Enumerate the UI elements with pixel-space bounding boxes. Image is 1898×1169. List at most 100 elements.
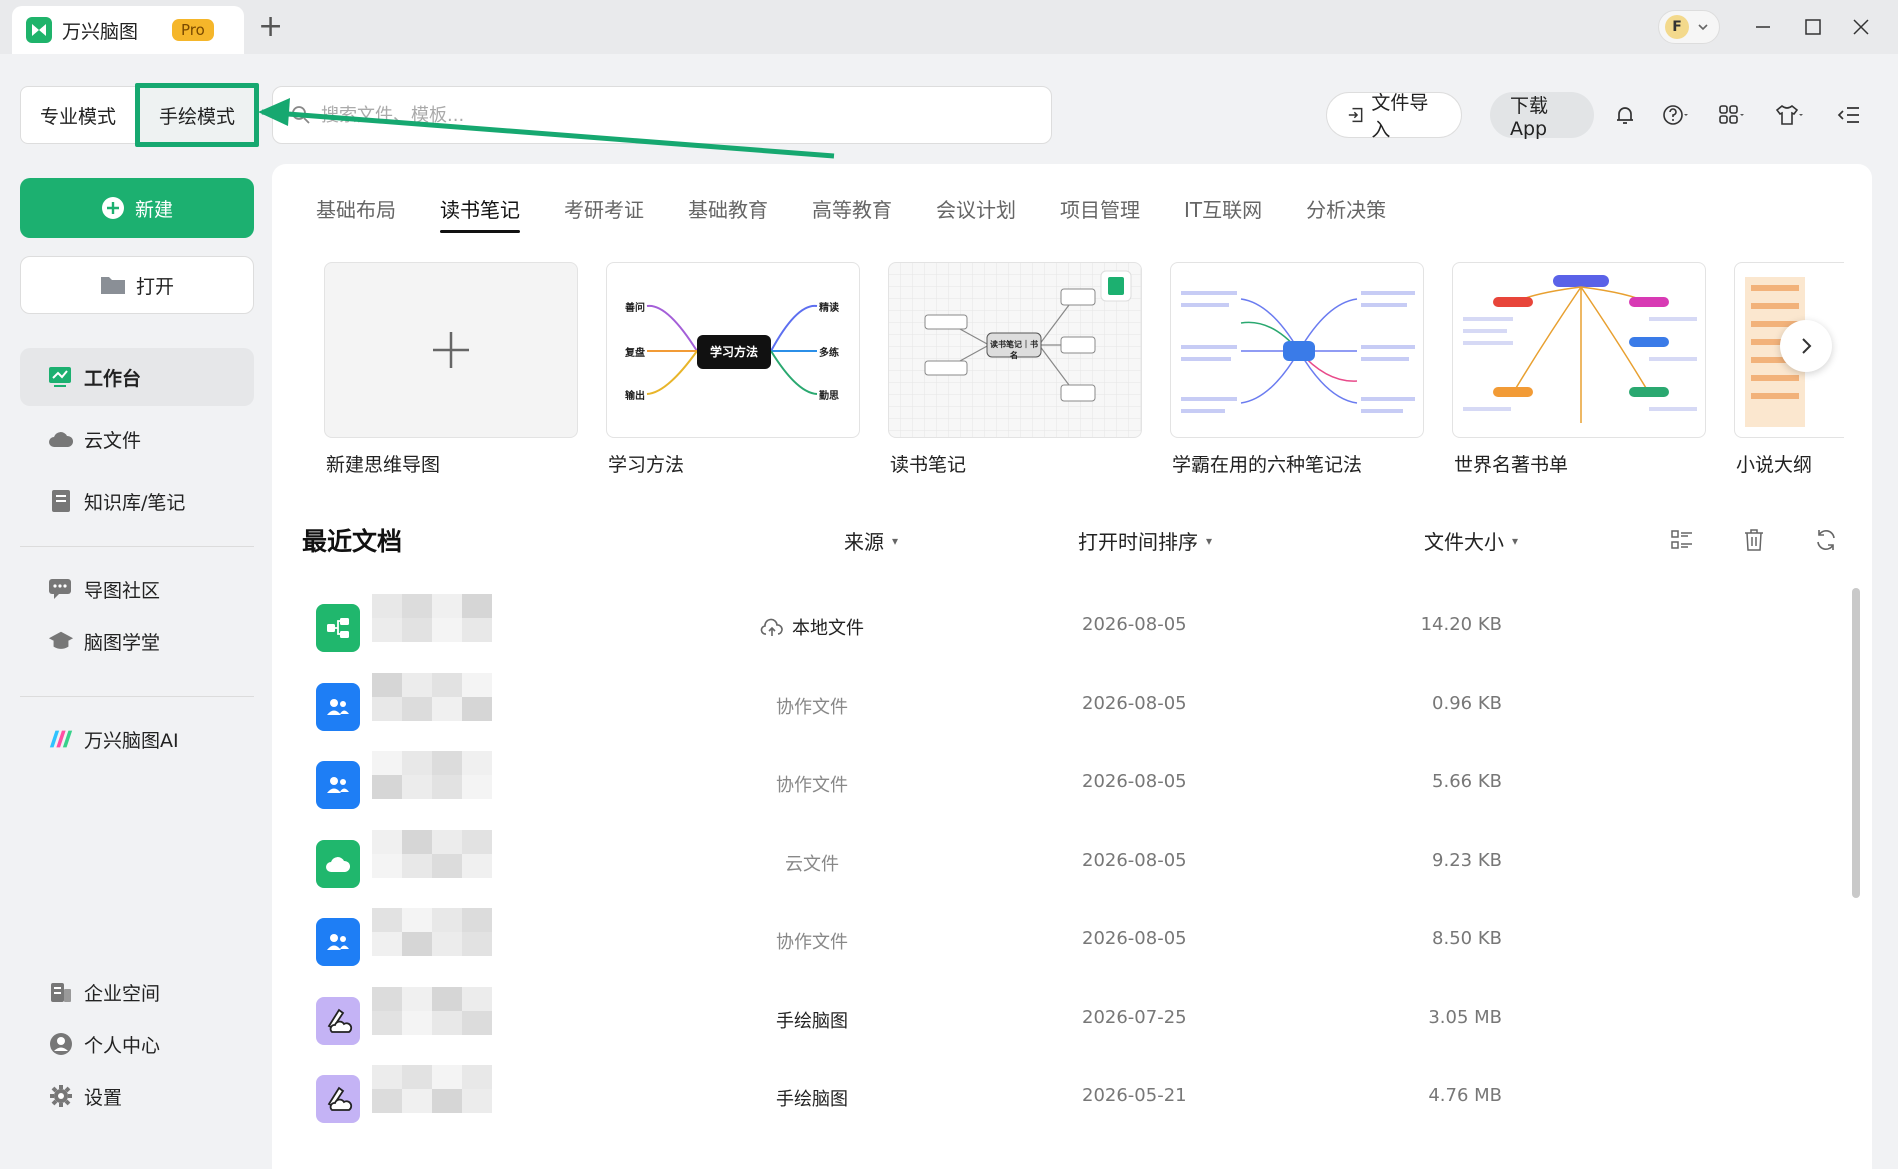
file-open-time: 2026-05-21 bbox=[1082, 1085, 1187, 1106]
template-card-novel[interactable]: 小说大纲 bbox=[1734, 262, 1844, 477]
new-button[interactable]: 新建 bbox=[20, 178, 254, 238]
source-filter-label: 来源 bbox=[844, 530, 884, 554]
open-button[interactable]: 打开 bbox=[20, 256, 254, 314]
file-open-time: 2026-08-05 bbox=[1082, 614, 1187, 635]
thumb-node: 输出 bbox=[625, 391, 645, 402]
recent-docs-title: 最近文档 bbox=[302, 527, 403, 556]
template-thumbnail: 学习方法 善问 复盘 输出 精读 多练 勤思 bbox=[606, 262, 860, 438]
trash-icon bbox=[1745, 529, 1763, 551]
tab-meeting-plan[interactable]: 会议计划 bbox=[936, 194, 1016, 233]
thumb-node: 勤思 bbox=[819, 391, 839, 402]
thumb-node: 复盘 bbox=[625, 348, 645, 359]
sidebar-item-enterprise[interactable]: 企业空间 bbox=[20, 963, 254, 1021]
blurred-filename bbox=[372, 1065, 572, 1131]
template-thumbnail bbox=[1452, 262, 1706, 438]
close-icon bbox=[1853, 19, 1869, 35]
table-row[interactable]: 协作文件 2026-08-05 5.66 KB bbox=[272, 745, 1832, 823]
table-row[interactable]: 本地文件 2026-08-05 14.20 KB bbox=[272, 588, 1832, 666]
template-label: 小说大纲 bbox=[1736, 454, 1813, 476]
template-card-six-notes[interactable]: 学霸在用的六种笔记法 bbox=[1170, 262, 1424, 477]
sidebar-item-label: 导图社区 bbox=[84, 579, 161, 602]
minimize-button[interactable] bbox=[1748, 12, 1778, 42]
file-source: 协作文件 bbox=[732, 771, 892, 797]
maximize-button[interactable] bbox=[1798, 12, 1828, 42]
workbench-icon bbox=[48, 364, 74, 390]
skin-button[interactable] bbox=[1774, 100, 1804, 130]
file-size-sort[interactable]: 文件大小 ▾ bbox=[1424, 526, 1518, 555]
sidebar-item-ai[interactable]: 万兴脑图AI bbox=[20, 710, 254, 768]
file-import-button[interactable]: 文件导入 bbox=[1326, 92, 1462, 141]
template-thumbnail bbox=[1170, 262, 1424, 438]
template-next-button[interactable] bbox=[1780, 320, 1832, 372]
cloud-upload-icon bbox=[760, 618, 783, 636]
table-row[interactable]: 协作文件 2026-08-05 8.50 KB bbox=[272, 902, 1832, 980]
refresh-icon bbox=[1817, 530, 1835, 550]
notification-button[interactable] bbox=[1610, 100, 1640, 130]
blurred-filename bbox=[372, 908, 572, 974]
apps-button[interactable] bbox=[1716, 100, 1746, 130]
close-button[interactable] bbox=[1846, 12, 1876, 42]
cloud-file-icon bbox=[316, 839, 360, 888]
file-source: 协作文件 bbox=[732, 693, 892, 719]
plus-icon bbox=[433, 332, 469, 368]
chevron-down-icon: ▾ bbox=[892, 533, 899, 548]
tab-higher-education[interactable]: 高等教育 bbox=[812, 194, 892, 233]
sidebar-item-label: 企业空间 bbox=[84, 982, 161, 1005]
table-row[interactable]: 协作文件 2026-08-05 0.96 KB bbox=[272, 667, 1832, 745]
template-card-reading[interactable]: 读书笔记｜书名 读书笔记 bbox=[888, 262, 1142, 477]
sidebar-item-settings[interactable]: 设置 bbox=[20, 1067, 254, 1125]
delete-button[interactable] bbox=[1740, 526, 1768, 554]
collab-file-icon bbox=[316, 761, 360, 809]
source-filter[interactable]: 来源 ▾ bbox=[844, 526, 898, 555]
sort-by-open-time[interactable]: 打开时间排序 ▾ bbox=[1078, 526, 1212, 555]
tab-basic-education[interactable]: 基础教育 bbox=[688, 194, 768, 233]
list-view-button[interactable] bbox=[1668, 526, 1696, 554]
sidebar-item-community[interactable]: 导图社区 bbox=[20, 560, 254, 618]
file-source: 协作文件 bbox=[732, 928, 892, 954]
refresh-button[interactable] bbox=[1812, 526, 1840, 554]
file-size: 5.66 KB bbox=[1432, 771, 1502, 792]
sidebar-item-label: 万兴脑图AI bbox=[84, 729, 179, 752]
file-source-label: 云文件 bbox=[785, 853, 839, 875]
sidebar-item-academy[interactable]: 脑图学堂 bbox=[20, 612, 254, 670]
tab-analysis[interactable]: 分析决策 bbox=[1306, 194, 1386, 233]
sidebar: 新建 打开 工作台 云文件 知识库/笔记 导图社区 脑图学堂 万兴脑图AI 企业… bbox=[0, 170, 266, 1169]
template-card-classics[interactable]: 世界名著书单 bbox=[1452, 262, 1706, 477]
help-button[interactable] bbox=[1660, 100, 1690, 130]
blurred-filename bbox=[372, 986, 572, 1053]
sidebar-item-cloud[interactable]: 云文件 bbox=[20, 410, 254, 468]
building-icon bbox=[48, 979, 74, 1005]
template-card-learning[interactable]: 学习方法 善问 复盘 输出 精读 多练 勤思 学习方法 bbox=[606, 262, 860, 477]
sidebar-item-workbench[interactable]: 工作台 bbox=[20, 348, 254, 406]
template-label: 学霸在用的六种笔记法 bbox=[1172, 454, 1363, 476]
tab-project-management[interactable]: 项目管理 bbox=[1060, 194, 1140, 233]
sidebar-item-profile[interactable]: 个人中心 bbox=[20, 1015, 254, 1073]
template-thumbnail: 读书笔记｜书名 bbox=[888, 262, 1142, 438]
tab-basic-layout[interactable]: 基础布局 bbox=[316, 194, 396, 233]
file-open-time: 2026-08-05 bbox=[1082, 692, 1187, 714]
bell-icon bbox=[1617, 107, 1633, 124]
file-source: 手绘脑图 bbox=[732, 1085, 892, 1111]
sidebar-item-label: 工作台 bbox=[84, 367, 142, 390]
help-icon bbox=[1663, 105, 1688, 125]
tab-exams[interactable]: 考研考证 bbox=[564, 194, 644, 233]
tab-reading-notes[interactable]: 读书笔记 bbox=[440, 194, 520, 233]
user-menu[interactable]: F bbox=[1658, 10, 1720, 44]
thumb-center: 学习方法 bbox=[709, 345, 758, 359]
sidebar-item-knowledge[interactable]: 知识库/笔记 bbox=[20, 472, 254, 530]
minimize-icon bbox=[1756, 26, 1770, 28]
file-open-time: 2026-08-05 bbox=[1082, 849, 1187, 871]
scrollbar[interactable] bbox=[1852, 588, 1860, 898]
table-row[interactable]: 云文件 2026-08-05 9.23 KB bbox=[272, 824, 1832, 902]
download-app-button[interactable]: 下载App bbox=[1490, 92, 1594, 140]
main-panel: 基础布局 读书笔记 考研考证 基础教育 高等教育 会议计划 项目管理 IT互联网… bbox=[272, 164, 1872, 1169]
sidebar-toggle-button[interactable] bbox=[1834, 100, 1864, 130]
table-row[interactable]: 手绘脑图 2026-05-21 4.76 MB bbox=[272, 1059, 1832, 1137]
tab-it-internet[interactable]: IT互联网 bbox=[1184, 194, 1262, 233]
template-card-new[interactable]: 新建思维导图 bbox=[324, 262, 578, 477]
new-button-label: 新建 bbox=[134, 198, 173, 221]
file-source: 手绘脑图 bbox=[732, 1007, 892, 1033]
notebook-icon bbox=[48, 488, 74, 514]
table-row[interactable]: 手绘脑图 2026-07-25 3.05 MB bbox=[272, 981, 1832, 1059]
avatar: F bbox=[1665, 15, 1689, 39]
